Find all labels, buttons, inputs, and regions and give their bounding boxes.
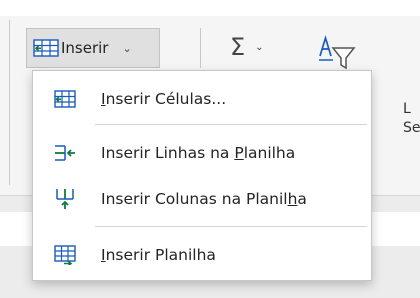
chevron-down-icon: ⌄ xyxy=(122,41,132,55)
menu-item-insert-sheet-rows[interactable]: Inserir Linhas na Planilha xyxy=(33,131,371,175)
insert-cells-icon xyxy=(53,87,77,111)
menu-item-insert-cells[interactable]: Inserir Células... xyxy=(33,77,371,121)
ribbon-tab-strip xyxy=(0,0,420,16)
autosum-button[interactable]: Σ ⌄ xyxy=(230,30,282,64)
insert-button-label: Inserir xyxy=(61,39,109,57)
clipped-ribbon-label: L xyxy=(403,101,411,117)
insert-sheet-rows-icon xyxy=(53,141,77,165)
menu-item-label: Inserir Células... xyxy=(101,90,227,108)
group-divider xyxy=(9,20,10,185)
sort-filter-button[interactable] xyxy=(316,34,362,70)
menu-item-label: Inserir Linhas na Planilha xyxy=(101,144,296,162)
menu-item-label: Inserir Colunas na Planilha xyxy=(101,190,307,208)
menu-separator xyxy=(95,124,367,125)
sort-filter-icon xyxy=(319,35,356,70)
insert-cells-icon xyxy=(33,38,59,58)
insert-dropdown-menu: Inserir Células... Inserir Linhas na Pla… xyxy=(32,70,372,281)
sigma-icon: Σ xyxy=(230,33,246,61)
group-divider xyxy=(200,28,201,68)
menu-separator xyxy=(95,226,367,227)
menu-item-label: Inserir Planilha xyxy=(101,246,216,264)
insert-sheet-columns-icon xyxy=(53,187,77,211)
chevron-down-icon: ⌄ xyxy=(255,41,264,53)
insert-sheet-icon xyxy=(53,243,77,267)
clipped-ribbon-label: Se xyxy=(403,120,420,136)
menu-item-insert-sheet-columns[interactable]: Inserir Colunas na Planilha xyxy=(33,177,371,221)
insert-cells-dropdown-button[interactable]: Inserir ⌄ xyxy=(26,28,160,68)
menu-item-insert-sheet[interactable]: Inserir Planilha xyxy=(33,233,371,277)
